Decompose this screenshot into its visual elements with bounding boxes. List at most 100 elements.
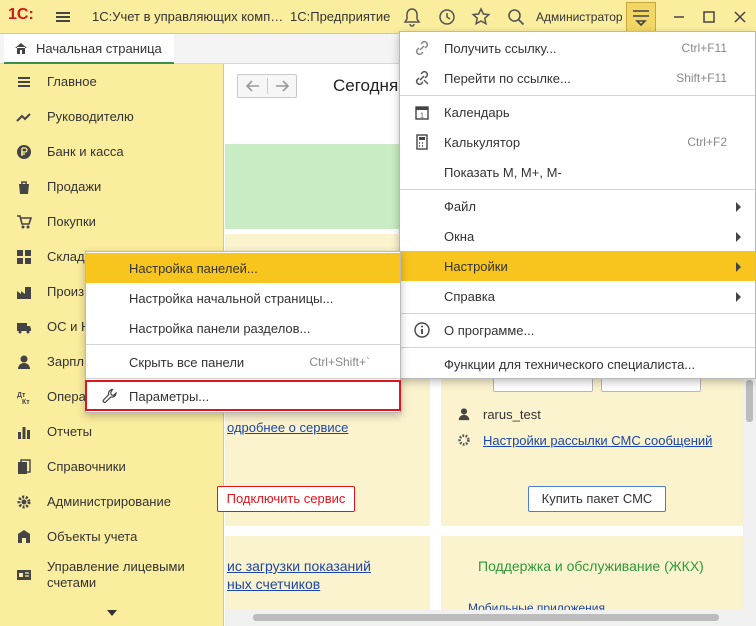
menu-item-get-link[interactable]: Получить ссылку... Ctrl+F11 <box>400 33 755 63</box>
parameters-highlight-frame <box>85 380 401 411</box>
buy-sms-button[interactable]: Купить пакет СМС <box>528 486 666 512</box>
menu-item-settings[interactable]: Настройки <box>400 251 755 281</box>
menu-item-label: Календарь <box>444 105 510 120</box>
submenu-arrow-icon <box>736 292 741 302</box>
info-icon <box>414 322 430 338</box>
svg-text:1: 1 <box>420 113 424 120</box>
books-icon <box>18 459 31 474</box>
bell-icon[interactable] <box>400 5 424 29</box>
menu-item-shortcut: Ctrl+F11 <box>681 41 727 55</box>
maximize-icon[interactable] <box>697 5 721 29</box>
hamburger-menu-icon[interactable] <box>52 6 74 28</box>
menu-item-calculator[interactable]: Калькулятор Ctrl+F2 <box>400 127 755 157</box>
sidebar-item-label: Управление лицевыми счетами <box>47 559 185 590</box>
vertical-scroll-thumb[interactable] <box>746 380 753 422</box>
minimize-icon[interactable] <box>667 5 691 29</box>
chevron-down-icon <box>107 610 117 616</box>
sidebar-item-label: Опера <box>47 389 86 404</box>
svg-text:Кт: Кт <box>22 399 30 405</box>
sidebar-item-label: Произ <box>47 284 85 299</box>
main-menu-dropdown: Получить ссылку... Ctrl+F11 Перейти по с… <box>399 31 756 379</box>
menu-item-file[interactable]: Файл <box>400 191 755 221</box>
menu-divider <box>86 344 400 345</box>
menu-item-label: Показать М, М+, М- <box>444 165 562 180</box>
sidebar-item-label: Продажи <box>47 179 102 194</box>
menu-item-tech-functions[interactable]: Функции для технического специалиста... <box>400 349 755 379</box>
sidebar-item-sales[interactable]: Продажи <box>0 169 224 204</box>
submenu-item-label: Скрыть все панели <box>129 355 245 370</box>
sidebar-item-label: Объекты учета <box>47 529 138 544</box>
menu-divider <box>400 95 755 96</box>
sidebar-item-accounts[interactable]: Управление лицевыми счетами <box>0 554 224 596</box>
menu-item-label: О программе... <box>444 323 535 338</box>
user-name[interactable]: Администратор <box>536 10 623 24</box>
menu-item-label: Перейти по ссылке... <box>444 71 571 86</box>
meter-loading-link-2[interactable]: ных счетчиков <box>227 576 320 592</box>
sidebar-item-label: Банк и касса <box>47 144 124 159</box>
close-icon[interactable] <box>728 5 752 29</box>
menu-item-label: Калькулятор <box>444 135 521 150</box>
sidebar-item-label: Отчеты <box>47 424 92 439</box>
sidebar-item-label: ОС и Н <box>47 319 91 334</box>
menu-item-show-memory[interactable]: Показать М, М+, М- <box>400 157 755 187</box>
submenu-item-panels-setup[interactable]: Настройка панелей... <box>86 253 400 283</box>
home-icon <box>15 43 27 54</box>
sidebar-item-admin[interactable]: Администрирование <box>0 484 224 519</box>
forward-arrow-icon[interactable] <box>275 80 289 92</box>
green-banner <box>225 144 400 229</box>
menu-divider <box>400 189 755 190</box>
back-arrow-icon[interactable] <box>246 80 260 92</box>
main-menu-icon <box>633 10 649 27</box>
list-icon <box>18 77 30 87</box>
main-menu-button[interactable] <box>626 2 656 32</box>
bag-icon <box>19 181 29 194</box>
submenu-item-sections-panel-setup[interactable]: Настройка панели разделов... <box>86 313 400 343</box>
history-icon[interactable] <box>435 5 459 29</box>
sidebar-item-reports[interactable]: Отчеты <box>0 414 224 449</box>
star-icon[interactable] <box>469 5 493 29</box>
1c-logo[interactable]: 1С: <box>8 6 34 24</box>
tab-home-label: Начальная страница <box>36 41 162 56</box>
trend-icon <box>16 113 31 122</box>
sidebar-item-purchases[interactable]: Покупки <box>0 204 224 239</box>
meter-loading-link-1[interactable]: ис загрузки показаний <box>227 558 371 574</box>
warehouse-icon <box>17 250 31 264</box>
sidebar-item-main[interactable]: Главное <box>0 64 224 99</box>
vertical-scrollbar[interactable] <box>743 380 756 610</box>
sidebar-item-label: Главное <box>47 74 97 89</box>
sidebar-item-manager[interactable]: Руководителю <box>0 99 224 134</box>
menu-item-goto-link[interactable]: Перейти по ссылке... Shift+F11 <box>400 63 755 93</box>
menu-item-about[interactable]: О программе... <box>400 315 755 345</box>
submenu-item-hide-panels[interactable]: Скрыть все панели Ctrl+Shift+` <box>86 347 400 377</box>
svg-text:Дт: Дт <box>17 392 26 399</box>
support-title[interactable]: Поддержка и обслуживание (ЖКХ) <box>478 558 704 574</box>
window-title: 1С:Учет в управляющих комп… <box>92 9 284 24</box>
user-icon <box>458 408 470 421</box>
sidebar-item-label: Покупки <box>47 214 96 229</box>
gear-icon <box>458 434 470 446</box>
submenu-item-label: Настройка панели разделов... <box>129 321 311 336</box>
more-about-service-link[interactable]: одробнее о сервисе <box>227 420 348 435</box>
sidebar-scroll-down-button[interactable] <box>0 602 224 624</box>
submenu-item-start-page-setup[interactable]: Настройка начальной страницы... <box>86 283 400 313</box>
mobile-apps-link[interactable]: Мобильные приложения <box>468 601 605 610</box>
sidebar-item-bank[interactable]: Банк и касса <box>0 134 224 169</box>
menu-item-calendar[interactable]: 1 Календарь <box>400 97 755 127</box>
horizontal-scrollbar[interactable] <box>225 610 756 626</box>
sidebar-item-objects[interactable]: Объекты учета <box>0 519 224 554</box>
menu-item-windows[interactable]: Окна <box>400 221 755 251</box>
search-icon[interactable] <box>504 5 528 29</box>
connect-service-button[interactable]: Подключить сервис <box>217 486 355 512</box>
sms-settings-link[interactable]: Настройки рассылки СМС сообщений <box>483 433 712 448</box>
menu-divider <box>400 313 755 314</box>
calculator-icon <box>416 134 428 150</box>
sidebar-item-label: Зарпл <box>47 354 84 369</box>
horizontal-scroll-thumb[interactable] <box>253 614 719 621</box>
sidebar-item-label: Склад <box>47 249 85 264</box>
submenu-item-label: Настройка панелей... <box>129 261 258 276</box>
menu-item-help[interactable]: Справка <box>400 281 755 311</box>
sidebar-item-directories[interactable]: Справочники <box>0 449 224 484</box>
submenu-item-label: Настройка начальной страницы... <box>129 291 334 306</box>
production-icon <box>17 287 31 299</box>
tab-home[interactable]: Начальная страница <box>4 34 174 64</box>
